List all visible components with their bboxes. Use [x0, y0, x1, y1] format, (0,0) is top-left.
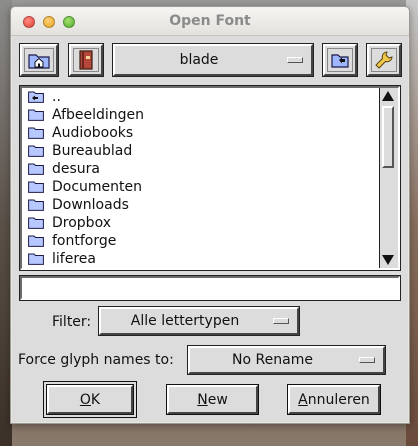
folder-icon [28, 109, 44, 121]
folder-icon [28, 163, 44, 175]
new-button[interactable]: New [166, 384, 259, 415]
current-directory: blade [179, 52, 219, 68]
list-item-parent[interactable]: .. [22, 88, 380, 106]
list-item-label: Dropbox [52, 215, 111, 231]
list-item-folder[interactable]: Dropbox [22, 214, 380, 232]
list-item-label: Documenten [52, 179, 143, 195]
settings-button[interactable] [366, 43, 402, 77]
dropdown-indicator-icon [359, 357, 375, 363]
wrench-icon [375, 51, 393, 69]
list-item-label: fontforge [52, 233, 117, 249]
list-item-label: Afbeeldingen [52, 107, 145, 123]
glyph-names-dropdown[interactable]: No Rename [187, 345, 386, 375]
filter-dropdown[interactable]: Alle lettertypen [98, 306, 300, 336]
list-item-label: Audiobooks [52, 125, 134, 141]
dropdown-indicator-icon [273, 318, 289, 324]
list-item-label: Downloads [52, 197, 129, 213]
open-font-dialog: Open Font blade .. Afbeeldingen Audioboo… [10, 6, 410, 424]
list-item-folder[interactable]: Downloads [22, 196, 380, 214]
list-item-folder[interactable]: desura [22, 160, 380, 178]
list-item-folder[interactable]: Afbeeldingen [22, 106, 380, 124]
cancel-button[interactable]: Annuleren [287, 384, 381, 415]
scroll-up-arrow-icon[interactable] [381, 89, 395, 103]
scroll-down-arrow-icon[interactable] [381, 253, 395, 267]
folder-icon [28, 253, 44, 265]
home-folder-icon [28, 54, 50, 69]
parent-directory-button[interactable] [322, 43, 358, 77]
folder-icon [28, 199, 44, 211]
bookmarks-button[interactable] [68, 43, 104, 77]
scrollbar-thumb[interactable] [382, 106, 394, 168]
folder-icon [28, 217, 44, 229]
list-item-label: Bureaublad [52, 143, 133, 159]
filter-label: Filter: [52, 314, 92, 330]
list-item-folder[interactable]: fontforge [22, 232, 380, 250]
glyph-names-label: Force glyph names to: [18, 352, 174, 368]
folder-icon [28, 181, 44, 193]
list-item-folder[interactable]: liferea [22, 250, 380, 268]
cancel-mnemonic: A [298, 391, 308, 408]
list-item-folder[interactable]: Audiobooks [22, 124, 380, 142]
ok-label-rest: K [90, 391, 101, 408]
list-item-folder[interactable]: Documenten [22, 178, 380, 196]
ok-mnemonic: O [79, 391, 91, 408]
list-item-folder[interactable]: Bureaublad [22, 142, 380, 160]
glyph-names-value: No Rename [232, 352, 313, 368]
file-list[interactable]: .. Afbeeldingen Audiobooks Bureaublad de… [19, 85, 401, 271]
file-list-scrollbar[interactable] [379, 88, 398, 268]
file-list-items: .. Afbeeldingen Audiobooks Bureaublad de… [22, 88, 380, 268]
parent-folder-icon [331, 54, 349, 68]
home-button[interactable] [19, 43, 59, 77]
new-mnemonic: N [197, 391, 208, 408]
list-item-label: .. [52, 89, 61, 105]
parent-folder-icon [28, 91, 44, 103]
folder-icon [28, 145, 44, 157]
dropdown-indicator-icon [287, 57, 303, 63]
title-bar[interactable]: Open Font [11, 7, 409, 36]
folder-icon [28, 127, 44, 139]
list-item-label: desura [52, 161, 101, 177]
window-title: Open Font [169, 13, 251, 29]
dialog-body: blade .. Afbeeldingen Audiobooks Bureaub… [12, 36, 408, 422]
filename-input[interactable] [19, 275, 401, 301]
ok-button[interactable]: OK [46, 384, 134, 415]
filter-value: Alle lettertypen [130, 313, 240, 329]
cancel-label-rest: nnuleren [307, 391, 370, 408]
new-label-rest: ew [207, 391, 228, 408]
directory-dropdown[interactable]: blade [112, 43, 314, 77]
list-item-label: liferea [52, 251, 96, 267]
folder-icon [28, 235, 44, 247]
bookmarks-book-icon [79, 50, 93, 70]
